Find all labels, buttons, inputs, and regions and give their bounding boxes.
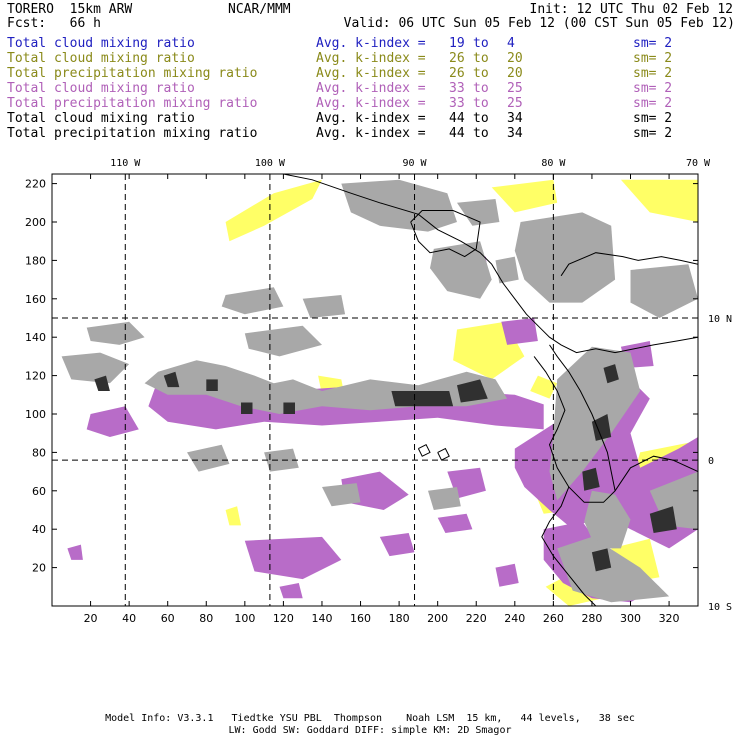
x-tick-label: 220 bbox=[466, 612, 487, 625]
purple-region bbox=[67, 544, 83, 560]
purple-region bbox=[437, 513, 473, 533]
x-tick-label: 60 bbox=[161, 612, 175, 625]
x-tick-label: 260 bbox=[543, 612, 564, 625]
purple-region bbox=[501, 318, 538, 345]
coastline bbox=[417, 444, 431, 457]
x-tick-label: 140 bbox=[311, 612, 332, 625]
gray-region bbox=[322, 483, 361, 507]
gray-region bbox=[86, 321, 145, 345]
longitude-label: 110 W bbox=[110, 158, 141, 169]
y-tick-label: 60 bbox=[32, 485, 46, 498]
y-tick-label: 220 bbox=[25, 178, 46, 191]
yellow-region bbox=[225, 506, 241, 526]
gray-region bbox=[221, 287, 284, 315]
x-tick-label: 320 bbox=[659, 612, 680, 625]
longitude-label: 100 W bbox=[255, 158, 286, 169]
x-tick-label: 120 bbox=[273, 612, 294, 625]
dark-cloud-core bbox=[391, 391, 454, 407]
longitude-label: 70 W bbox=[686, 158, 711, 169]
y-tick-label: 200 bbox=[25, 216, 46, 229]
gray-region bbox=[630, 264, 698, 318]
gray-region bbox=[428, 487, 461, 510]
latitude-label: 10 S bbox=[708, 602, 732, 613]
gray-region bbox=[457, 199, 500, 226]
x-tick-label: 80 bbox=[199, 612, 213, 625]
y-tick-label: 140 bbox=[25, 331, 46, 344]
footer-physics: LW: Godd SW: Goddard DIFF: simple KM: 2D… bbox=[228, 725, 512, 736]
gray-region bbox=[341, 179, 457, 232]
purple-region bbox=[244, 536, 342, 580]
x-tick-label: 20 bbox=[84, 612, 98, 625]
dark-cloud-core bbox=[241, 402, 253, 414]
x-tick-label: 240 bbox=[504, 612, 525, 625]
latitude-label: 10 N bbox=[708, 314, 732, 325]
x-tick-label: 300 bbox=[620, 612, 641, 625]
y-tick-label: 180 bbox=[25, 254, 46, 267]
y-tick-label: 80 bbox=[32, 446, 46, 459]
gray-region bbox=[61, 352, 130, 384]
x-tick-label: 200 bbox=[427, 612, 448, 625]
y-tick-label: 100 bbox=[25, 408, 46, 421]
gray-region bbox=[514, 212, 616, 303]
forecast-map: 20 40 60 80 100 120 140 160 180 200 220 240 260 280 30… bbox=[0, 0, 740, 740]
latitude-label: 0 bbox=[708, 456, 714, 467]
yellow-region bbox=[491, 179, 558, 213]
purple-region bbox=[279, 583, 303, 599]
gray-region bbox=[495, 256, 519, 284]
y-tick-label: 160 bbox=[25, 293, 46, 306]
purple-region bbox=[495, 563, 519, 587]
dark-cloud-core bbox=[206, 379, 218, 391]
y-tick-label: 40 bbox=[32, 523, 46, 536]
x-tick-label: 40 bbox=[122, 612, 136, 625]
x-tick-label: 180 bbox=[389, 612, 410, 625]
map-svg: 20 40 60 80 100 120 140 160 180 200 220 240 260 280 30… bbox=[25, 158, 732, 625]
x-tick-label: 280 bbox=[581, 612, 602, 625]
yellow-region bbox=[620, 179, 698, 222]
gray-region bbox=[302, 295, 346, 318]
purple-region bbox=[86, 406, 139, 437]
dark-cloud-core bbox=[283, 402, 295, 414]
yellow-region bbox=[225, 179, 322, 242]
purple-region bbox=[379, 533, 415, 557]
gray-region bbox=[244, 325, 322, 357]
footer-model-info: Model Info: V3.3.1 Tiedtke YSU PBL Thomp… bbox=[105, 713, 635, 724]
gray-region bbox=[187, 444, 230, 472]
longitude-label: 80 W bbox=[541, 158, 566, 169]
x-tick-label: 160 bbox=[350, 612, 371, 625]
coastline bbox=[437, 447, 450, 461]
x-tick-label: 100 bbox=[234, 612, 255, 625]
y-tick-label: 20 bbox=[32, 562, 46, 575]
longitude-label: 90 W bbox=[402, 158, 427, 169]
gray-region bbox=[430, 241, 492, 299]
plot-area bbox=[52, 174, 698, 606]
y-tick-label: 120 bbox=[25, 370, 46, 383]
